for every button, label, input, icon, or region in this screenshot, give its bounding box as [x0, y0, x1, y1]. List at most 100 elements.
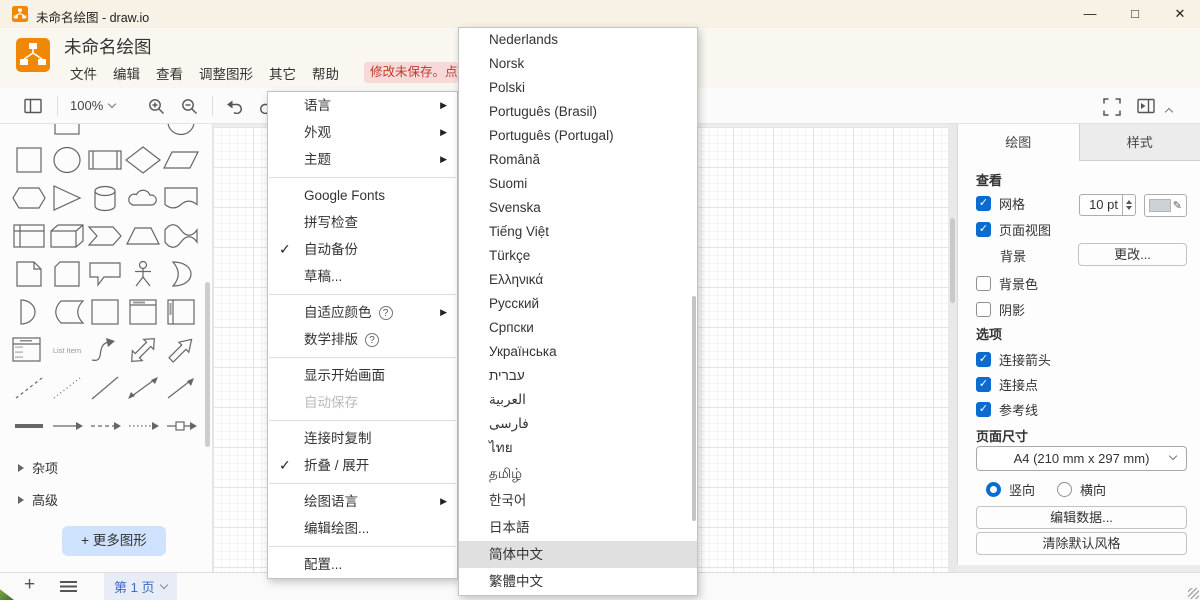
landscape-radio[interactable] [1057, 482, 1072, 497]
shape-cylinder[interactable] [86, 183, 124, 213]
clear-default-style-button[interactable]: 清除默认风格 [976, 532, 1187, 555]
grid-size-input[interactable]: 10 pt [1079, 194, 1123, 216]
connection-arrows-checkbox[interactable]: ✓ [976, 352, 991, 367]
extras-menu-item-1[interactable]: 外观▶ [268, 119, 457, 146]
shape-data-storage[interactable] [48, 297, 86, 327]
collapse-toolbar-icon[interactable] [1166, 102, 1172, 120]
edit-data-button[interactable]: 编辑数据... [976, 506, 1187, 529]
sidebar-section-misc[interactable]: 杂项 [18, 458, 58, 477]
shape-process[interactable] [86, 145, 124, 175]
grid-checkbox[interactable]: ✓ [976, 196, 991, 211]
sidebar-section-advanced[interactable]: 高级 [18, 490, 58, 509]
language-option-11[interactable]: Русский [459, 292, 697, 316]
undo-icon[interactable] [226, 98, 244, 114]
shape-actor[interactable] [124, 259, 162, 289]
menubar-item-file[interactable]: 文件 [70, 63, 97, 83]
shape-internal-storage[interactable] [10, 221, 48, 251]
page-size-select[interactable]: A4 (210 mm x 297 mm) [976, 446, 1187, 471]
shape-ellipse[interactable] [48, 145, 86, 175]
canvas-vertical-scrollbar[interactable] [950, 218, 955, 303]
language-menu-scrollbar[interactable] [692, 296, 696, 521]
extras-menu-item-15[interactable]: 连接时复制 [268, 425, 457, 452]
shape-list[interactable] [10, 335, 48, 365]
resize-grip[interactable] [1188, 588, 1199, 599]
extras-menu-item-12[interactable]: 显示开始画面 [268, 362, 457, 389]
shape-bidirectional-connector[interactable] [124, 373, 162, 403]
shape-curve[interactable] [86, 335, 124, 365]
language-option-14[interactable]: עברית [459, 364, 697, 388]
shape-line[interactable] [86, 373, 124, 403]
unsaved-changes-badge[interactable]: 修改未保存。点 [364, 62, 458, 83]
menubar-item-help[interactable]: 帮助 [312, 63, 339, 83]
guides-checkbox[interactable]: ✓ [976, 402, 991, 417]
language-option-9[interactable]: Türkçe [459, 244, 697, 268]
pages-menu-icon[interactable] [60, 581, 77, 592]
shape-dashed-arrow[interactable] [86, 411, 124, 441]
zoom-out-icon[interactable] [181, 98, 198, 115]
connection-points-checkbox[interactable]: ✓ [976, 377, 991, 392]
language-option-7[interactable]: Svenska [459, 196, 697, 220]
maximize-button[interactable]: □ [1115, 0, 1155, 28]
shape-vertical-container[interactable] [124, 297, 162, 327]
tab-style[interactable]: 样式 [1080, 124, 1200, 161]
extras-menu-item-0[interactable]: 语言▶ [268, 92, 457, 119]
shape-labeled-edge[interactable] [162, 411, 200, 441]
shape-bidirectional-arrow[interactable] [124, 335, 162, 365]
shape-parallelogram[interactable] [162, 145, 200, 175]
shape-square[interactable] [10, 145, 48, 175]
shape-arrow[interactable] [48, 411, 86, 441]
more-shapes-button[interactable]: + 更多图形 [62, 526, 166, 556]
menubar-item-edit[interactable]: 编辑 [113, 63, 140, 83]
page-tab[interactable]: 第 1 页 [104, 573, 177, 600]
extras-menu-item-4[interactable]: Google Fonts [268, 182, 457, 209]
shape-dotted-arrow[interactable] [124, 411, 162, 441]
language-option-8[interactable]: Tiếng Việt [459, 220, 697, 244]
toggle-format-panel-icon[interactable] [1137, 98, 1155, 114]
language-option-19[interactable]: 한국어 [459, 487, 697, 514]
language-option-10[interactable]: Ελληνικά [459, 268, 697, 292]
shape-ellipse[interactable] [162, 124, 200, 137]
extras-menu-item-6[interactable]: ✓自动备份 [268, 236, 457, 263]
background-color-checkbox[interactable] [976, 276, 991, 291]
menubar-item-view[interactable]: 查看 [156, 63, 183, 83]
language-option-18[interactable]: தமிழ் [459, 460, 697, 487]
language-option-5[interactable]: Română [459, 148, 697, 172]
tab-diagram[interactable]: 绘图 [958, 124, 1080, 161]
page-view-checkbox[interactable]: ✓ [976, 222, 991, 237]
language-option-20[interactable]: 日本語 [459, 514, 697, 541]
extras-menu-item-7[interactable]: 草稿... [268, 263, 457, 290]
zoom-level-dropdown[interactable]: 100% [70, 98, 115, 113]
language-option-1[interactable]: Norsk [459, 52, 697, 76]
fullscreen-icon[interactable] [1103, 98, 1121, 116]
shape-horizontal-container[interactable] [162, 297, 200, 327]
shape-and[interactable] [10, 297, 48, 327]
language-option-0[interactable]: Nederlands [459, 28, 697, 52]
language-option-2[interactable]: Polski [459, 76, 697, 100]
grid-color-button[interactable]: ✎ [1144, 194, 1187, 217]
extras-menu-item-19[interactable]: 编辑绘图... [268, 515, 457, 542]
shape-square[interactable] [48, 124, 86, 137]
extras-menu-item-5[interactable]: 拼写检查 [268, 209, 457, 236]
language-option-12[interactable]: Српски [459, 316, 697, 340]
portrait-radio[interactable] [986, 482, 1001, 497]
shape-document[interactable] [162, 183, 200, 213]
menubar-item-extras[interactable]: 其它 [269, 63, 296, 83]
shape-link[interactable] [10, 411, 48, 441]
change-background-button[interactable]: 更改... [1078, 243, 1187, 266]
shape-connector[interactable] [162, 373, 200, 403]
close-button[interactable]: ✕ [1160, 0, 1200, 28]
shape-triangle[interactable] [48, 183, 86, 213]
shape-cube[interactable] [48, 221, 86, 251]
extras-menu-item-21[interactable]: 配置... [268, 551, 457, 578]
extras-menu-item-2[interactable]: 主题▶ [268, 146, 457, 173]
language-option-22[interactable]: 繁體中文 [459, 568, 697, 595]
language-option-6[interactable]: Suomi [459, 172, 697, 196]
language-option-3[interactable]: Português (Brasil) [459, 100, 697, 124]
toggle-shapes-panel-icon[interactable] [24, 98, 42, 114]
shape-dotted-line[interactable] [48, 373, 86, 403]
shape-note[interactable] [10, 259, 48, 289]
shape-step[interactable] [86, 221, 124, 251]
language-option-13[interactable]: Українська [459, 340, 697, 364]
extras-menu-item-18[interactable]: 绘图语言▶ [268, 488, 457, 515]
shape-dashed-line[interactable] [10, 373, 48, 403]
